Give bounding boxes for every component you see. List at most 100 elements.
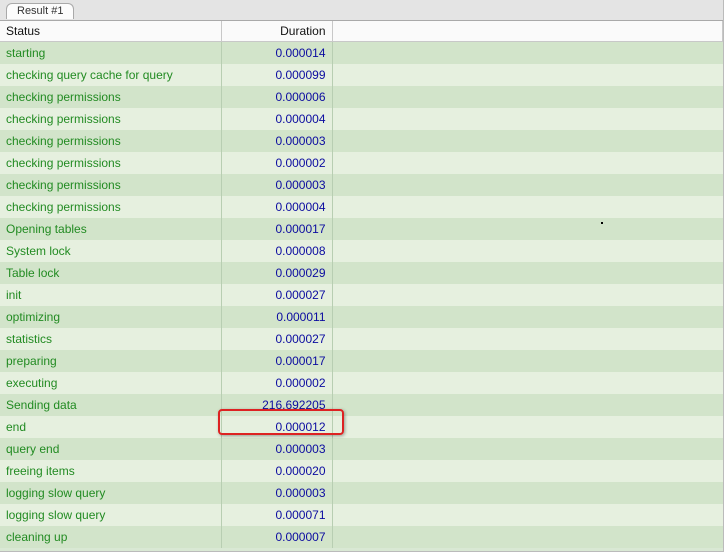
cell-filler [332, 416, 723, 438]
result-table: Status Duration starting0.000014checking… [0, 21, 723, 548]
tab-bar: Result #1 [0, 0, 723, 20]
table-row[interactable]: Opening tables0.000017 [0, 218, 723, 240]
cell-filler [332, 460, 723, 482]
cell-status: freeing items [0, 460, 221, 482]
table-row[interactable]: starting0.000014 [0, 42, 723, 64]
table-row[interactable]: init0.000027 [0, 284, 723, 306]
table-row[interactable]: logging slow query0.000003 [0, 482, 723, 504]
table-row[interactable]: freeing items0.000020 [0, 460, 723, 482]
cell-duration: 0.000012 [221, 416, 332, 438]
cell-duration: 0.000002 [221, 372, 332, 394]
cell-status: init [0, 284, 221, 306]
cell-duration: 0.000007 [221, 526, 332, 548]
cell-status: Sending data [0, 394, 221, 416]
cell-filler [332, 482, 723, 504]
cell-status: checking permissions [0, 108, 221, 130]
cell-filler [332, 526, 723, 548]
cell-duration: 0.000017 [221, 350, 332, 372]
cell-status: statistics [0, 328, 221, 350]
table-row[interactable]: preparing0.000017 [0, 350, 723, 372]
table-row[interactable]: end0.000012 [0, 416, 723, 438]
cell-filler [332, 108, 723, 130]
cell-filler [332, 328, 723, 350]
cell-duration: 0.000027 [221, 328, 332, 350]
cell-filler [332, 218, 723, 240]
cell-duration: 0.000020 [221, 460, 332, 482]
cell-duration: 0.000003 [221, 174, 332, 196]
cell-filler [332, 42, 723, 64]
col-header-duration[interactable]: Duration [221, 21, 332, 42]
cell-status: cleaning up [0, 526, 221, 548]
cell-filler [332, 64, 723, 86]
cell-status: checking permissions [0, 130, 221, 152]
header-row: Status Duration [0, 21, 723, 42]
cell-filler [332, 240, 723, 262]
table-row[interactable]: System lock0.000008 [0, 240, 723, 262]
cell-status: starting [0, 42, 221, 64]
cell-filler [332, 306, 723, 328]
cell-duration: 0.000006 [221, 86, 332, 108]
table-row[interactable]: optimizing0.000011 [0, 306, 723, 328]
cell-duration: 0.000099 [221, 64, 332, 86]
col-header-status[interactable]: Status [0, 21, 221, 42]
cell-status: System lock [0, 240, 221, 262]
table-row[interactable]: checking permissions0.000004 [0, 196, 723, 218]
cell-filler [332, 284, 723, 306]
cell-filler [332, 504, 723, 526]
cell-duration: 0.000008 [221, 240, 332, 262]
cell-duration: 0.000071 [221, 504, 332, 526]
cell-duration: 216.692205 [221, 394, 332, 416]
cell-filler [332, 152, 723, 174]
table-row[interactable]: executing0.000002 [0, 372, 723, 394]
cell-status: query end [0, 438, 221, 460]
cell-status: checking permissions [0, 196, 221, 218]
tab-result-1[interactable]: Result #1 [6, 3, 74, 19]
table-row[interactable]: checking permissions0.000002 [0, 152, 723, 174]
cell-duration: 0.000004 [221, 196, 332, 218]
cell-duration: 0.000029 [221, 262, 332, 284]
cell-duration: 0.000003 [221, 438, 332, 460]
table-row[interactable]: cleaning up0.000007 [0, 526, 723, 548]
table-row[interactable]: logging slow query0.000071 [0, 504, 723, 526]
cell-filler [332, 372, 723, 394]
result-window: Result #1 Status Duration starting0.0000… [0, 0, 724, 552]
cell-filler [332, 86, 723, 108]
cell-duration: 0.000003 [221, 482, 332, 504]
cell-duration: 0.000027 [221, 284, 332, 306]
cell-filler [332, 130, 723, 152]
cell-status: checking query cache for query [0, 64, 221, 86]
cell-filler [332, 174, 723, 196]
cell-duration: 0.000003 [221, 130, 332, 152]
table-row[interactable]: checking permissions0.000003 [0, 174, 723, 196]
table-row[interactable]: Sending data216.692205 [0, 394, 723, 416]
cell-status: checking permissions [0, 86, 221, 108]
cell-duration: 0.000011 [221, 306, 332, 328]
cell-filler [332, 262, 723, 284]
cell-filler [332, 394, 723, 416]
table-row[interactable]: checking permissions0.000003 [0, 130, 723, 152]
cell-filler [332, 438, 723, 460]
table-row[interactable]: query end0.000003 [0, 438, 723, 460]
cell-status: Opening tables [0, 218, 221, 240]
cell-status: end [0, 416, 221, 438]
cell-status: checking permissions [0, 174, 221, 196]
cell-duration: 0.000014 [221, 42, 332, 64]
cell-filler [332, 196, 723, 218]
cell-filler [332, 350, 723, 372]
cell-status: Table lock [0, 262, 221, 284]
cell-status: logging slow query [0, 482, 221, 504]
table-row[interactable]: checking query cache for query0.000099 [0, 64, 723, 86]
cell-duration: 0.000004 [221, 108, 332, 130]
cell-duration: 0.000002 [221, 152, 332, 174]
result-grid[interactable]: Status Duration starting0.000014checking… [0, 20, 723, 551]
table-row[interactable]: Table lock0.000029 [0, 262, 723, 284]
cell-status: optimizing [0, 306, 221, 328]
table-row[interactable]: checking permissions0.000006 [0, 86, 723, 108]
cell-status: logging slow query [0, 504, 221, 526]
table-row[interactable]: checking permissions0.000004 [0, 108, 723, 130]
table-row[interactable]: statistics0.000027 [0, 328, 723, 350]
cell-status: executing [0, 372, 221, 394]
cell-duration: 0.000017 [221, 218, 332, 240]
col-header-filler [332, 21, 723, 42]
cell-status: checking permissions [0, 152, 221, 174]
